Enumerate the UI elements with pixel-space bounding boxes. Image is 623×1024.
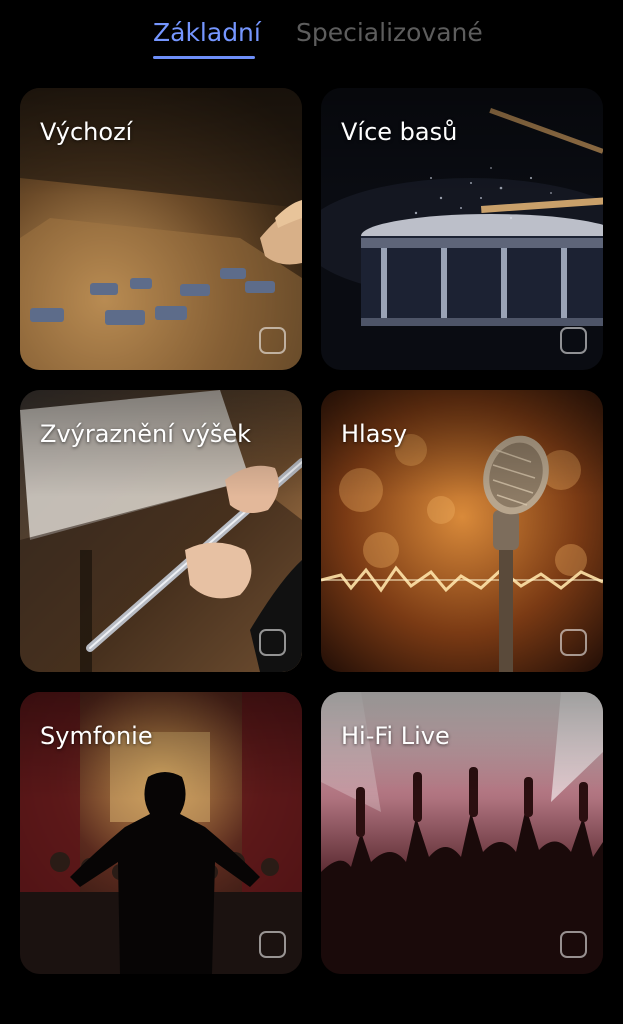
preset-checkbox[interactable] bbox=[560, 327, 587, 354]
tab-specialized[interactable]: Specializované bbox=[296, 16, 483, 50]
preset-card-bass[interactable]: Více basů bbox=[321, 88, 603, 370]
preset-title: Více basů bbox=[341, 118, 458, 146]
preset-card-symphony[interactable]: Symfonie bbox=[20, 692, 302, 974]
preset-checkbox[interactable] bbox=[259, 327, 286, 354]
preset-title: Symfonie bbox=[40, 722, 153, 750]
preset-title: Zvýraznění výšek bbox=[40, 420, 252, 448]
preset-card-vocals[interactable]: Hlasy bbox=[321, 390, 603, 672]
preset-checkbox[interactable] bbox=[560, 629, 587, 656]
active-tab-indicator bbox=[153, 56, 255, 59]
preset-title: Hlasy bbox=[341, 420, 408, 448]
preset-card-default[interactable]: Výchozí bbox=[20, 88, 302, 370]
preset-title: Hi-Fi Live bbox=[341, 722, 450, 750]
preset-checkbox[interactable] bbox=[259, 629, 286, 656]
preset-title: Výchozí bbox=[40, 118, 133, 146]
preset-card-hifi-live[interactable]: Hi-Fi Live bbox=[321, 692, 603, 974]
preset-checkbox[interactable] bbox=[259, 931, 286, 958]
effect-tabs: Základní Specializované bbox=[0, 0, 623, 80]
preset-card-treble[interactable]: Zvýraznění výšek bbox=[20, 390, 302, 672]
preset-checkbox[interactable] bbox=[560, 931, 587, 958]
tab-basic[interactable]: Základní bbox=[153, 16, 261, 50]
